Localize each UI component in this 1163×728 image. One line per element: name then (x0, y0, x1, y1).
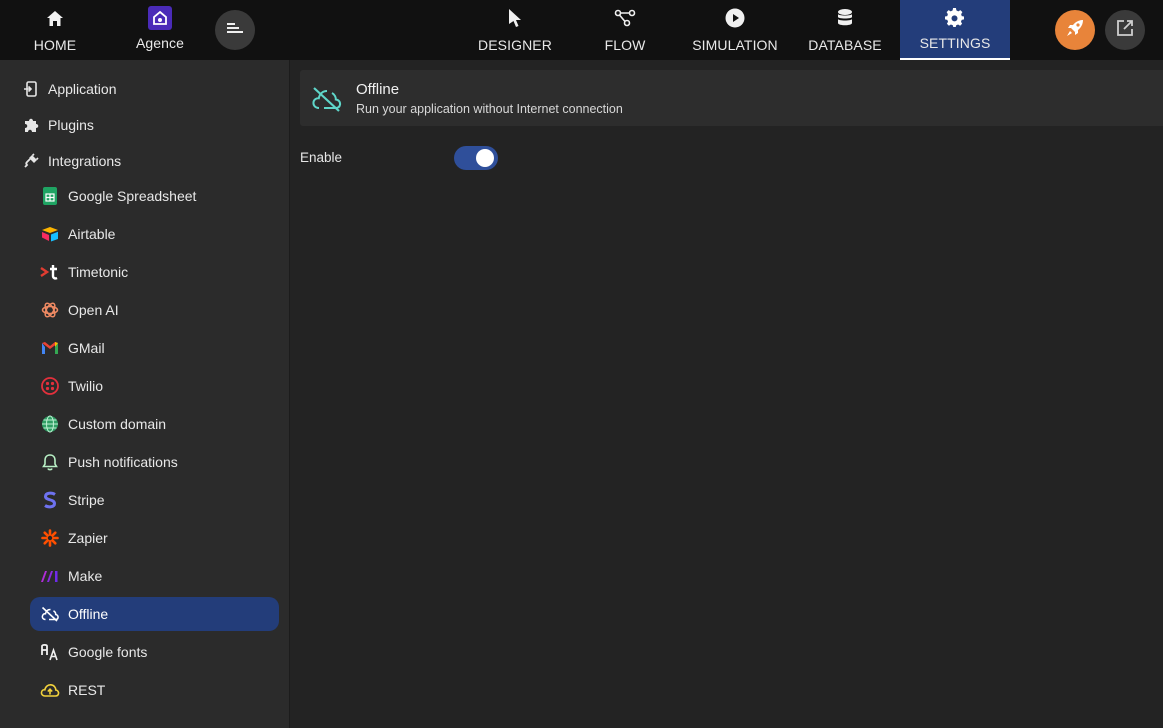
page-subtitle: Run your application without Internet co… (356, 102, 623, 116)
sidebar-item-label: Google Spreadsheet (68, 188, 197, 204)
external-link-icon (1116, 19, 1134, 42)
sidebar-item-label: Custom domain (68, 416, 167, 432)
tab-simulation-label: SIMULATION (692, 37, 778, 53)
agence-logo-icon (148, 6, 172, 30)
tab-settings[interactable]: SETTINGS (900, 0, 1010, 60)
sidebar-item-timetonic[interactable]: Timetonic (30, 255, 279, 289)
tab-flow[interactable]: FLOW (585, 0, 665, 60)
rocket-icon (1065, 18, 1085, 43)
sidebar-item-open-ai[interactable]: Open AI (30, 293, 279, 327)
open-external-button[interactable] (1105, 10, 1145, 50)
sidebar-item-twilio[interactable]: Twilio (30, 369, 279, 403)
tab-settings-label: SETTINGS (919, 35, 991, 51)
main-panel: Offline Run your application without Int… (291, 60, 1163, 728)
menu-button[interactable] (215, 10, 255, 50)
sidebar-item-zapier[interactable]: Zapier (30, 521, 279, 555)
sidebar-item-label: Offline (68, 606, 109, 622)
sidebar-item-google-fonts[interactable]: Google fonts (30, 635, 279, 669)
page-title: Offline (356, 81, 400, 98)
sidebar-item-label: Zapier (68, 530, 108, 546)
nav-home-label: HOME (33, 37, 77, 53)
tab-simulation[interactable]: SIMULATION (685, 0, 785, 60)
sidebar-item-label: GMail (68, 340, 105, 356)
font-icon (40, 642, 60, 662)
puzzle-icon (22, 117, 40, 133)
sidebar-item-gmail[interactable]: GMail (30, 331, 279, 365)
sidebar-item-offline[interactable]: Offline (30, 597, 279, 631)
tab-designer[interactable]: DESIGNER (470, 0, 560, 60)
tab-flow-label: FLOW (604, 37, 646, 53)
enable-label: Enable (300, 150, 343, 165)
cloud-upload-icon (40, 680, 60, 700)
sidebar-item-label: Open AI (68, 302, 119, 318)
timetonic-icon (40, 262, 60, 282)
sidebar-item-application[interactable]: Application (22, 79, 117, 99)
application-icon (22, 81, 40, 97)
stripe-icon (40, 490, 60, 510)
database-icon (837, 8, 853, 28)
sidebar-item-label: Airtable (68, 226, 116, 242)
sidebar-item-airtable[interactable]: Airtable (30, 217, 279, 251)
toggle-knob (476, 149, 494, 167)
nav-agence[interactable]: Agence (125, 0, 195, 60)
sidebar-item-stripe[interactable]: Stripe (30, 483, 279, 517)
sidebar-item-label: Plugins (48, 117, 94, 133)
gear-icon (945, 8, 965, 28)
sidebar-item-label: Google fonts (68, 644, 148, 660)
sidebar-item-label: Stripe (68, 492, 105, 508)
top-bar: HOME Agence DESIGNER FLOW SIMULATION DAT… (0, 0, 1163, 60)
openai-icon (40, 300, 60, 320)
make-icon (40, 566, 60, 586)
google-sheets-icon (40, 186, 60, 206)
sidebar-item-plugins[interactable]: Plugins (22, 115, 94, 135)
menu-icon (225, 20, 245, 41)
cloud-off-icon (40, 604, 60, 624)
enable-toggle[interactable] (454, 146, 498, 170)
home-icon (46, 8, 64, 28)
sidebar-item-google-spreadsheet[interactable]: Google Spreadsheet (30, 179, 279, 213)
gmail-icon (40, 338, 60, 358)
tab-database[interactable]: DATABASE (800, 0, 890, 60)
plug-icon (22, 153, 40, 169)
sidebar-item-label: Push notifications (68, 454, 178, 470)
sidebar: Application Plugins Integrations Google … (0, 60, 290, 728)
sidebar-item-label: REST (68, 682, 106, 698)
cloud-off-icon (311, 85, 343, 118)
sidebar-item-label: Timetonic (68, 264, 129, 280)
sidebar-item-make[interactable]: Make (30, 559, 279, 593)
globe-icon (40, 414, 60, 434)
play-icon (725, 8, 745, 28)
twilio-icon (40, 376, 60, 396)
sidebar-item-label: Make (68, 568, 103, 584)
cursor-icon (507, 8, 523, 28)
sidebar-item-custom-domain[interactable]: Custom domain (30, 407, 279, 441)
sidebar-item-rest[interactable]: REST (30, 673, 279, 707)
tab-designer-label: DESIGNER (478, 37, 552, 53)
zapier-icon (40, 528, 60, 548)
airtable-icon (40, 224, 60, 244)
sidebar-item-integrations[interactable]: Integrations (22, 151, 121, 171)
bell-icon (40, 452, 60, 472)
publish-button[interactable] (1055, 10, 1095, 50)
tab-database-label: DATABASE (808, 37, 882, 53)
flow-icon (614, 8, 636, 28)
offline-header: Offline Run your application without Int… (300, 70, 1163, 126)
nav-agence-label: Agence (135, 35, 185, 51)
sidebar-item-label: Application (48, 81, 117, 97)
nav-home[interactable]: HOME (20, 0, 90, 60)
sidebar-item-push-notifications[interactable]: Push notifications (30, 445, 279, 479)
sidebar-item-label: Integrations (48, 153, 122, 169)
sidebar-item-label: Twilio (68, 378, 104, 394)
